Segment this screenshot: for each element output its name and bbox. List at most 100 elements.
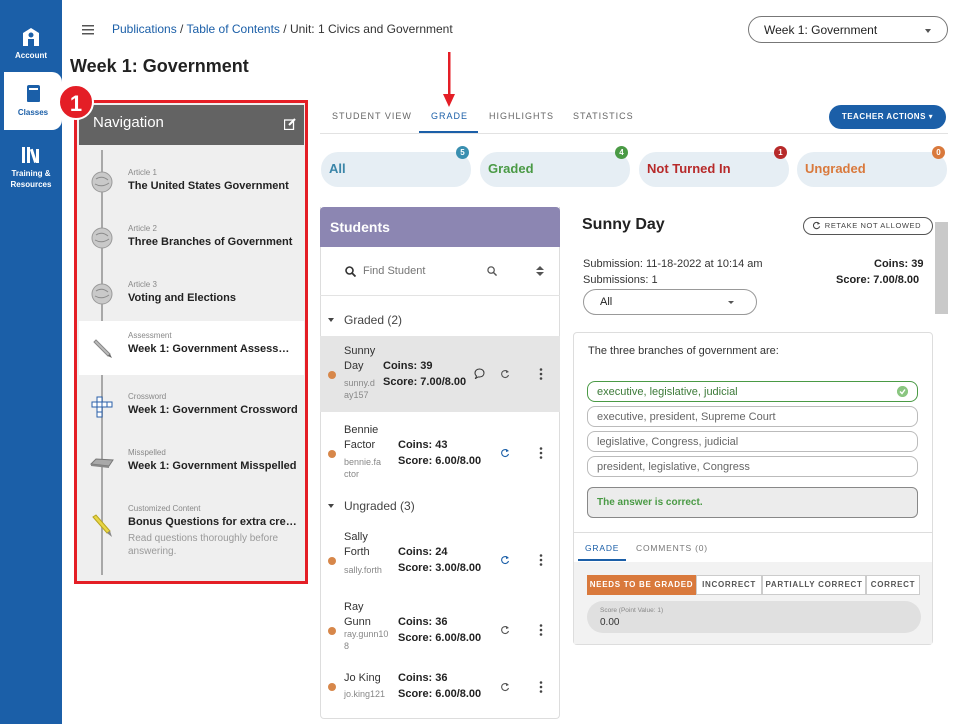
tab-highlights[interactable]: HIGHLIGHTS <box>489 111 554 121</box>
retake-label: RETAKE NOT ALLOWED <box>824 221 922 230</box>
student-username: bennie.factor <box>344 457 382 479</box>
student-scores: Coins: 36 Score: 6.00/8.00 <box>398 614 481 646</box>
rail-item-training[interactable]: Training & Resources <box>0 145 62 190</box>
student-row[interactable]: Jo King jo.king121 Coins: 36 Score: 6.00… <box>320 656 560 716</box>
rail-label-training: Training & Resources <box>10 169 52 189</box>
chevron-down-icon <box>328 504 334 508</box>
answer-option: legislative, Congress, judicial <box>587 431 918 452</box>
chevron-down-icon <box>328 318 334 322</box>
score-label: Score (Point Value: 1) <box>600 607 664 614</box>
account-icon <box>23 28 39 46</box>
student-name: Sunny Day <box>344 345 376 372</box>
search-icon[interactable] <box>487 266 497 276</box>
rail-item-account[interactable]: Account <box>0 27 62 61</box>
student-name: Bennie Factor <box>344 424 379 451</box>
comment-icon[interactable] <box>474 368 485 379</box>
rail-label-account: Account <box>15 51 47 60</box>
more-options-icon[interactable] <box>539 447 543 459</box>
answer-option: executive, president, Supreme Court <box>587 406 918 427</box>
card-divider <box>574 532 932 533</box>
student-coins: Coins: 24 <box>398 546 448 558</box>
incorrect-button[interactable]: INCORRECT <box>696 575 762 595</box>
more-options-icon[interactable] <box>539 624 543 636</box>
left-rail: Account Classes Training & Resources <box>0 0 62 724</box>
status-dot <box>328 627 336 635</box>
student-coins: Coins: 36 <box>398 672 448 684</box>
score-input-field[interactable] <box>587 601 921 633</box>
breadcrumb-publications[interactable]: Publications <box>112 22 177 36</box>
needs-to-be-graded-button[interactable]: NEEDS TO BE GRADED <box>587 575 696 595</box>
filter-ungraded[interactable]: Ungraded 0 <box>797 146 947 187</box>
find-student-input[interactable] <box>363 265 483 277</box>
student-name: Sally Forth <box>344 531 370 558</box>
student-row[interactable]: Bennie Factor bennie.factor Coins: 43 Sc… <box>320 415 560 491</box>
partially-correct-button[interactable]: PARTIALLY CORRECT <box>762 575 866 595</box>
retake-not-allowed-button[interactable]: RETAKE NOT ALLOWED <box>803 217 933 235</box>
refresh-icon <box>812 221 821 230</box>
filter-count-badge: 1 <box>774 146 787 159</box>
student-row[interactable]: Sally Forth sally.forth Coins: 24 Score:… <box>320 522 560 598</box>
tab-statistics[interactable]: STATISTICS <box>573 111 634 121</box>
answer-option-label: executive, legislative, judicial <box>597 386 738 398</box>
score-value: 0.00 <box>600 617 620 628</box>
week-select[interactable]: Week 1: Government <box>748 16 948 43</box>
student-name: Ray Gunn <box>344 601 371 628</box>
question-text: The three branches of government are: <box>588 345 779 357</box>
student-detail-name: Sunny Day <box>582 216 665 233</box>
tab-grade-detail[interactable]: GRADE <box>585 543 619 553</box>
filter-count-badge: 4 <box>615 146 628 159</box>
filter-graded[interactable]: Graded 4 <box>480 146 630 187</box>
student-coins: Coins: 43 <box>398 439 448 451</box>
student-name: Jo King <box>344 672 381 684</box>
answer-option: president, legislative, Congress <box>587 456 918 477</box>
more-options-icon[interactable] <box>539 554 543 566</box>
group-graded-toggle[interactable]: Graded (2) <box>328 313 402 327</box>
page-title: Week 1: Government <box>70 56 249 76</box>
navigation-highlight-frame <box>74 100 308 584</box>
tab-comments[interactable]: COMMENTS (0) <box>636 543 708 553</box>
hamburger-menu-icon[interactable] <box>82 24 96 36</box>
student-scores: Coins: 39 Score: 7.00/8.00 <box>383 358 466 390</box>
breadcrumb-table-of-contents[interactable]: Table of Contents <box>187 22 280 36</box>
refresh-icon[interactable] <box>500 369 510 379</box>
filter-label: Not Turned In <box>647 161 731 176</box>
student-score: Score: 6.00/8.00 <box>398 455 482 467</box>
search-icon <box>345 266 356 277</box>
rail-item-classes[interactable]: Classes <box>4 72 62 130</box>
filter-not-turned-in[interactable]: Not Turned In 1 <box>639 146 789 187</box>
refresh-icon[interactable] <box>500 682 510 692</box>
group-label: Ungraded (3) <box>344 499 415 513</box>
more-options-icon[interactable] <box>539 368 543 380</box>
tabs-divider <box>320 133 948 134</box>
question-filter-select[interactable]: All <box>583 289 757 315</box>
status-dot <box>328 371 336 379</box>
refresh-icon[interactable] <box>500 625 510 635</box>
teacher-actions-button[interactable]: TEACHER ACTIONS ▾ <box>829 105 946 129</box>
student-coins: Coins: 39 <box>383 360 433 372</box>
filter-all[interactable]: All 5 <box>321 146 471 187</box>
group-label: Graded (2) <box>344 313 403 327</box>
student-score: Score: 6.00/8.00 <box>398 632 482 644</box>
scrollbar-thumb[interactable] <box>935 222 948 314</box>
group-ungraded-toggle[interactable]: Ungraded (3) <box>328 499 415 513</box>
student-scores: Coins: 24 Score: 3.00/8.00 <box>398 544 481 576</box>
filter-label: Graded <box>488 161 534 176</box>
tab-student-view[interactable]: STUDENT VIEW <box>332 111 412 121</box>
student-username: jo.king121 <box>344 689 386 699</box>
student-score: Score: 3.00/8.00 <box>398 562 482 574</box>
correct-button[interactable]: CORRECT <box>866 575 920 595</box>
student-username: sally.forth <box>344 565 382 575</box>
refresh-icon[interactable] <box>500 448 510 458</box>
answer-feedback: The answer is correct. <box>587 487 918 518</box>
rail-label-classes: Classes <box>17 108 49 117</box>
answer-option-correct: executive, legislative, judicial <box>587 381 918 402</box>
sort-icon[interactable] <box>536 266 544 276</box>
more-options-icon[interactable] <box>539 681 543 693</box>
breadcrumb-current: Unit: 1 Civics and Government <box>289 22 453 36</box>
tab-grade[interactable]: GRADE <box>431 111 468 121</box>
active-tab-indicator <box>419 131 478 133</box>
detail-score: Score: 7.00/8.00 <box>836 274 920 286</box>
callout-badge: 1 <box>58 84 94 120</box>
refresh-icon[interactable] <box>500 555 510 565</box>
student-row[interactable]: Sunny Day sunny.day157 Coins: 39 Score: … <box>320 336 560 412</box>
